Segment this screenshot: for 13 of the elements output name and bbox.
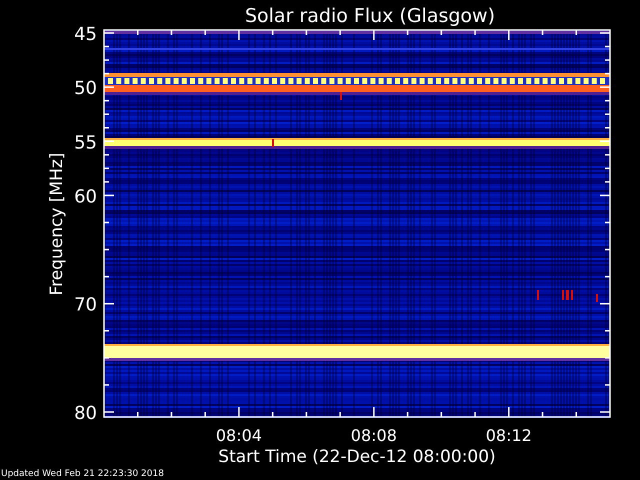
update-timestamp: Updated Wed Feb 21 22:23:30 2018 [1, 468, 164, 480]
y-tick-label: 55 [74, 132, 97, 154]
y-tick-label: 50 [74, 78, 97, 100]
x-tick-label: 08:08 [350, 426, 397, 445]
x-axis-title: Start Time (22-Dec-12 08:00:00) [218, 447, 496, 467]
x-tick-label: 08:12 [486, 426, 532, 445]
y-tick-label: 70 [74, 294, 97, 316]
x-tick-label: 08:04 [216, 426, 262, 445]
y-tick-label: 80 [74, 403, 97, 424]
y-axis-title: Frequency [MHz] [47, 152, 67, 296]
y-tick-label: 60 [74, 186, 97, 208]
chart-title: Solar radio Flux (Glasgow) [244, 5, 496, 27]
y-tick-label: 45 [74, 24, 97, 45]
